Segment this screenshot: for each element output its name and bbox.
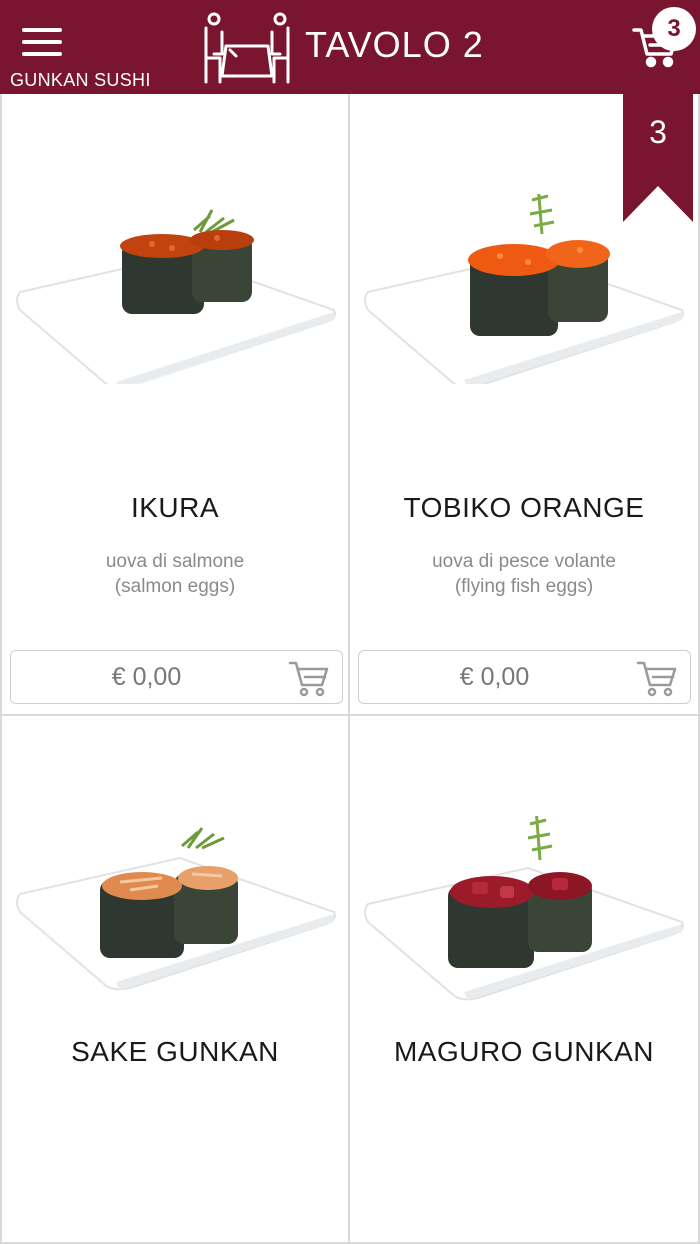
- menu-button[interactable]: [22, 28, 66, 68]
- add-cart-icon: [636, 661, 677, 697]
- menu-icon-bar: [22, 52, 62, 56]
- table-title: TAVOLO 2: [305, 24, 484, 65]
- product-description-line: (flying fish eggs): [454, 576, 594, 597]
- product-card[interactable]: IKURA uova di salmone (salmon eggs) € 0,…: [0, 94, 350, 716]
- product-card[interactable]: SAKE GUNKAN: [0, 716, 350, 1244]
- product-price: € 0,00: [459, 663, 530, 691]
- table-icon: [204, 12, 290, 84]
- tobiko-orange-dish-image: [364, 194, 684, 384]
- category-label: GUNKAN SUSHI: [10, 70, 151, 90]
- product-card[interactable]: MAGURO GUNKAN: [350, 716, 700, 1244]
- cart-count-badge[interactable]: 3: [652, 7, 696, 51]
- ribbon-count: 3: [649, 114, 667, 150]
- add-to-cart-button[interactable]: € 0,00: [358, 650, 691, 704]
- product-price: € 0,00: [111, 663, 182, 691]
- product-name: SAKE GUNKAN: [71, 1036, 279, 1067]
- product-description-line: uova di salmone: [105, 551, 245, 572]
- add-cart-icon: [288, 661, 329, 697]
- app-header: GUNKAN SUSHI TAVOLO 2 3: [0, 0, 700, 94]
- product-description-line: uova di pesce volante: [432, 551, 616, 572]
- product-name: TOBIKO ORANGE: [403, 492, 645, 523]
- maguro-gunkan-dish-image: [364, 816, 684, 1001]
- product-description: uova di salmone (salmon eggs): [2, 549, 348, 599]
- product-name: IKURA: [130, 492, 220, 523]
- menu-icon-bar: [22, 40, 62, 44]
- product-description: uova di pesce volante (flying fish eggs): [350, 549, 698, 599]
- sake-gunkan-dish-image: [16, 827, 336, 991]
- add-to-cart-button[interactable]: € 0,00: [10, 650, 343, 704]
- product-description-line: (salmon eggs): [114, 576, 236, 597]
- product-name: MAGURO GUNKAN: [393, 1036, 655, 1067]
- product-grid: IKURA uova di salmone (salmon eggs) € 0,…: [0, 94, 700, 1244]
- menu-icon-bar: [22, 28, 62, 32]
- ikura-dish-image: [16, 209, 336, 384]
